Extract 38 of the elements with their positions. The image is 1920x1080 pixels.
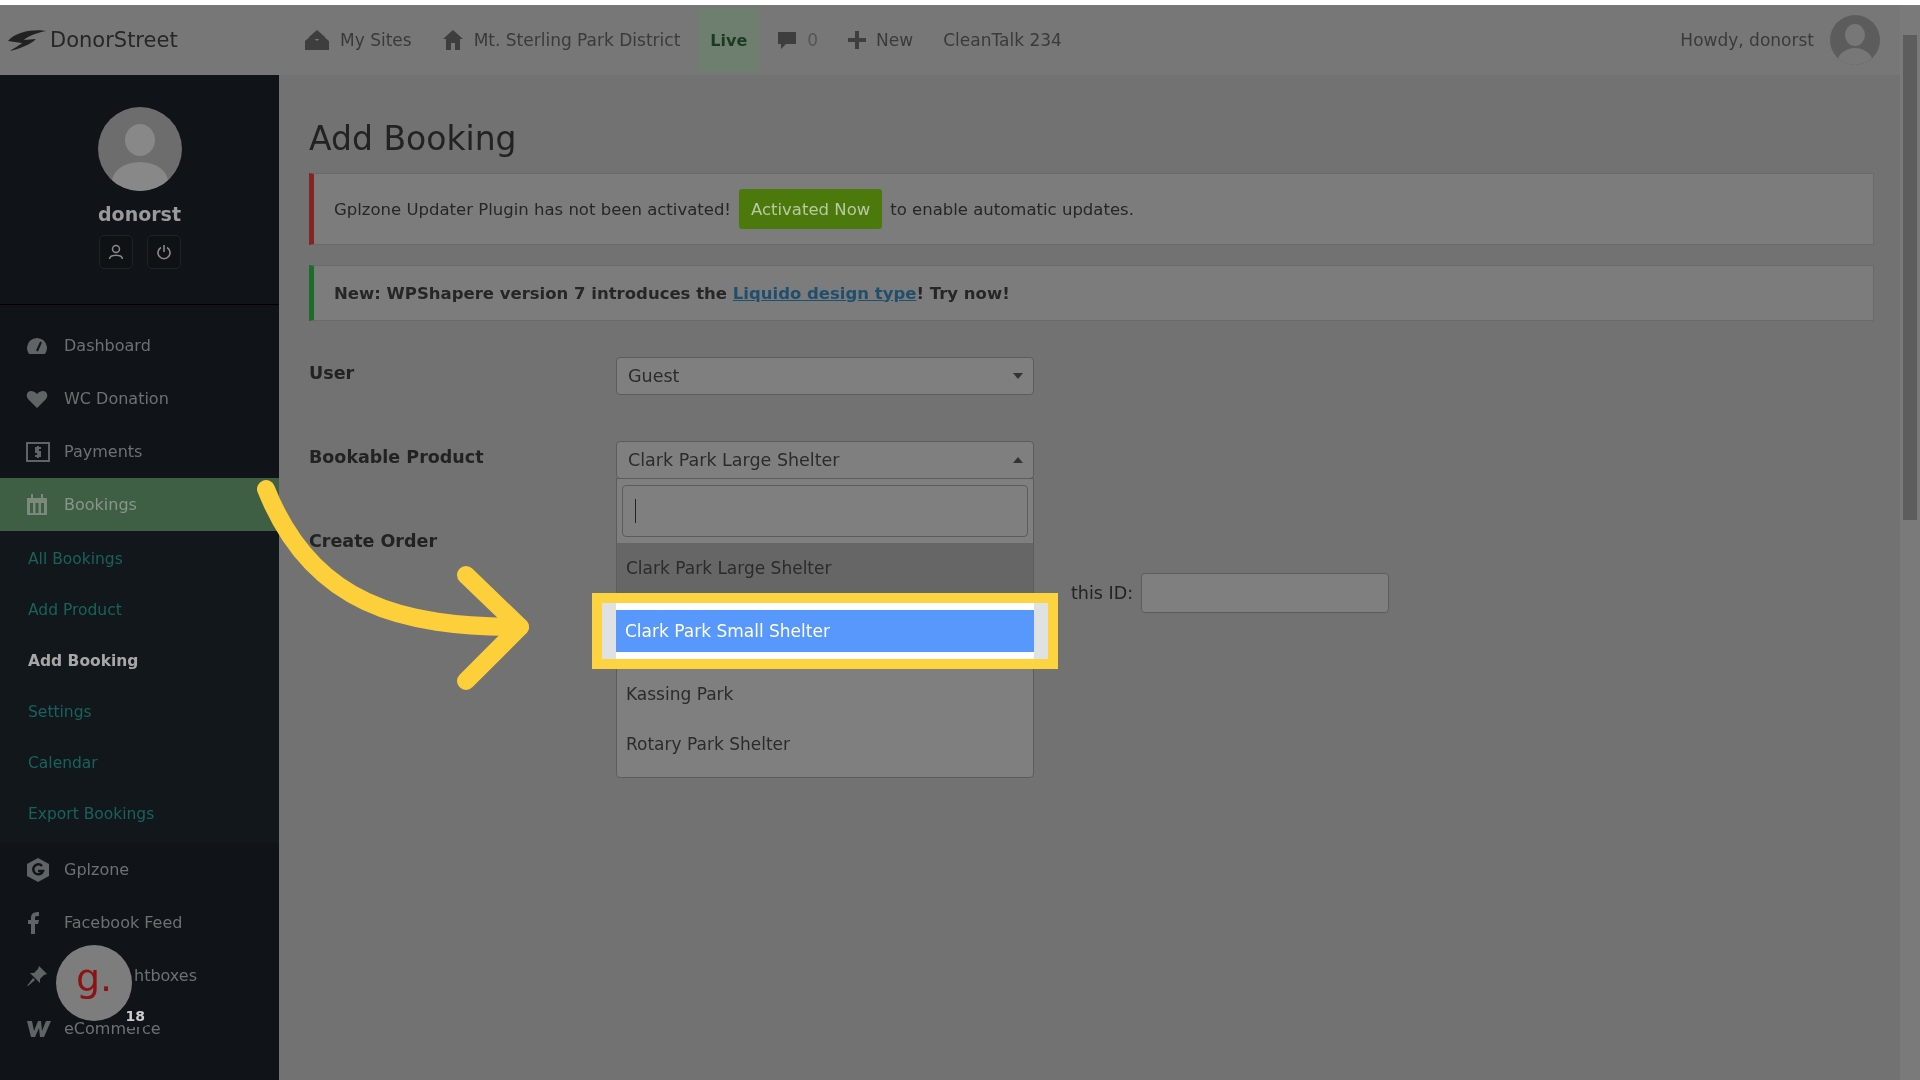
selected-menu-item[interactable]: Bookings bbox=[0, 478, 279, 531]
logo-text[interactable]: DonorStreet bbox=[50, 28, 178, 52]
field-label: this ID: bbox=[1071, 583, 1134, 603]
field-label: User bbox=[309, 362, 356, 383]
live-badge[interactable]: Live bbox=[698, 8, 760, 72]
admin-bar-link[interactable]: Mt. Sterling Park District bbox=[429, 5, 693, 75]
submenu-item[interactable]: Calendar bbox=[0, 737, 279, 788]
dropdown-option[interactable]: Rotary Park Shelter bbox=[617, 719, 1033, 769]
field-label: Create Order bbox=[309, 530, 438, 551]
page-title: Add Booking bbox=[309, 119, 518, 159]
admin-bar-link[interactable]: CleanTalk 234 bbox=[931, 5, 1074, 75]
field-label: Bookable Product bbox=[309, 446, 485, 467]
dropdown-option[interactable]: Kassing Park bbox=[617, 669, 1033, 719]
dropdown-option[interactable]: Clark Park Large Shelter bbox=[617, 543, 1033, 593]
notice-text: Gplzone Updater Plugin has not been activated! bbox=[334, 199, 731, 219]
submenu-item[interactable]: Add Booking bbox=[0, 635, 279, 686]
submenu-item[interactable]: Settings bbox=[0, 686, 279, 737]
menu-item[interactable]: htboxes bbox=[134, 966, 198, 985]
submenu-item[interactable]: Add Product bbox=[0, 584, 279, 635]
menu-item[interactable]: Facebook Feed bbox=[64, 913, 183, 932]
select-field[interactable]: Clark Park Large Shelter bbox=[616, 441, 1034, 479]
notice-text: New: WPShapere version 7 introduces the Liquido design type! Try now! bbox=[334, 283, 1010, 303]
dropdown-option[interactable]: Clark Park Small Shelter bbox=[616, 610, 1034, 652]
notice-text: to enable automatic updates. bbox=[890, 199, 1134, 219]
activate-button[interactable]: Activated Now bbox=[738, 189, 883, 229]
menu-item[interactable]: Dashboard bbox=[64, 336, 151, 355]
menu-item[interactable]: Gplzone bbox=[64, 860, 130, 879]
admin-bar-link[interactable]: My Sites bbox=[292, 5, 424, 75]
design-link[interactable]: Liquido design type bbox=[732, 283, 917, 303]
submenu-item[interactable]: Export Bookings bbox=[0, 788, 279, 839]
select-field[interactable]: Guest bbox=[616, 357, 1034, 395]
menu-item[interactable]: WC Donation bbox=[64, 389, 169, 408]
username: donorst bbox=[98, 203, 181, 225]
menu-item[interactable]: Bookings bbox=[64, 495, 137, 514]
greeting[interactable]: Howdy, donorst bbox=[1680, 30, 1814, 50]
menu-item[interactable]: Payments bbox=[64, 442, 143, 461]
submenu-item[interactable]: All Bookings bbox=[0, 533, 279, 584]
admin-bar-link[interactable]: New bbox=[836, 5, 926, 75]
